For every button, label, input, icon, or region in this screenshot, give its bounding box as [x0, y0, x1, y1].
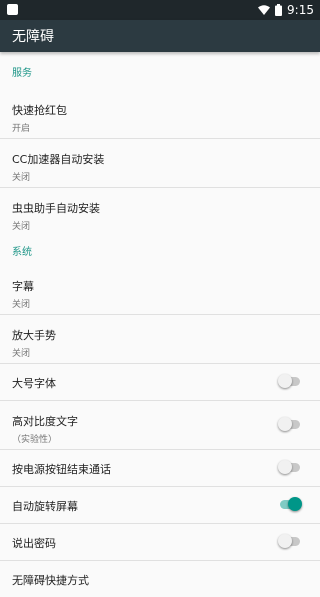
- setting-title: 高对比度文字: [12, 415, 78, 428]
- large-text-toggle[interactable]: [278, 372, 302, 392]
- setting-title: 按电源按钮结束通话: [12, 463, 111, 476]
- setting-summary: 关闭: [12, 222, 31, 232]
- setting-item-auto-rotate[interactable]: 自动旋转屏幕: [0, 487, 320, 524]
- setting-item-large-text[interactable]: 大号字体: [0, 364, 320, 401]
- section-header-services: 服务: [12, 68, 32, 79]
- clock: 9:15: [287, 3, 314, 17]
- battery-icon: [275, 4, 283, 16]
- setting-summary: 关闭: [12, 349, 31, 359]
- auto-rotate-toggle[interactable]: [278, 495, 302, 515]
- setting-item-power-ends-call[interactable]: 按电源按钮结束通话: [0, 450, 320, 487]
- toggle-thumb: [288, 497, 302, 511]
- high-contrast-text-toggle[interactable]: [278, 415, 302, 435]
- settings-list: 服务 快速抢红包 开启 CC加速器自动安装 关闭 虫虫助手自动安装 关闭 系统 …: [0, 52, 320, 597]
- wifi-icon: [258, 5, 271, 15]
- toggle-thumb: [278, 374, 292, 388]
- setting-item-cc-accelerator-install[interactable]: CC加速器自动安装 关闭: [0, 139, 320, 188]
- setting-title: 说出密码: [12, 537, 56, 550]
- setting-title: 字幕: [12, 280, 34, 293]
- toggle-thumb: [278, 534, 292, 548]
- setting-summary: 关闭: [12, 173, 31, 183]
- setting-title: 虫虫助手自动安装: [12, 202, 100, 215]
- setting-title: 自动旋转屏幕: [12, 500, 78, 513]
- setting-title: 大号字体: [12, 377, 56, 390]
- setting-item-accessibility-shortcut[interactable]: 无障碍快捷方式: [0, 561, 320, 597]
- setting-summary: 关闭: [12, 300, 31, 310]
- setting-item-magnification-gestures[interactable]: 放大手势 关闭: [0, 315, 320, 364]
- setting-title: 无障碍快捷方式: [12, 574, 89, 587]
- setting-item-chongchong-install[interactable]: 虫虫助手自动安装 关闭: [0, 188, 320, 236]
- setting-title: 放大手势: [12, 329, 56, 342]
- setting-title: CC加速器自动安装: [12, 153, 105, 166]
- toggle-thumb: [278, 417, 292, 431]
- setting-item-speak-passwords[interactable]: 说出密码: [0, 524, 320, 561]
- speak-passwords-toggle[interactable]: [278, 532, 302, 552]
- toggle-thumb: [278, 460, 292, 474]
- notification-icon: [7, 4, 18, 15]
- setting-item-quick-red-packet[interactable]: 快速抢红包 开启: [0, 90, 320, 139]
- setting-summary: 开启: [12, 124, 31, 134]
- setting-summary: （实验性）: [12, 435, 58, 445]
- setting-title: 快速抢红包: [12, 104, 67, 117]
- setting-item-captions[interactable]: 字幕 关闭: [0, 266, 320, 315]
- page-title: 无障碍: [12, 29, 54, 45]
- app-bar: 无障碍: [0, 20, 320, 52]
- setting-item-high-contrast-text[interactable]: 高对比度文字 （实验性）: [0, 401, 320, 450]
- status-bar: 9:15: [0, 0, 320, 20]
- section-header-system: 系统: [12, 247, 32, 258]
- power-ends-call-toggle[interactable]: [278, 458, 302, 478]
